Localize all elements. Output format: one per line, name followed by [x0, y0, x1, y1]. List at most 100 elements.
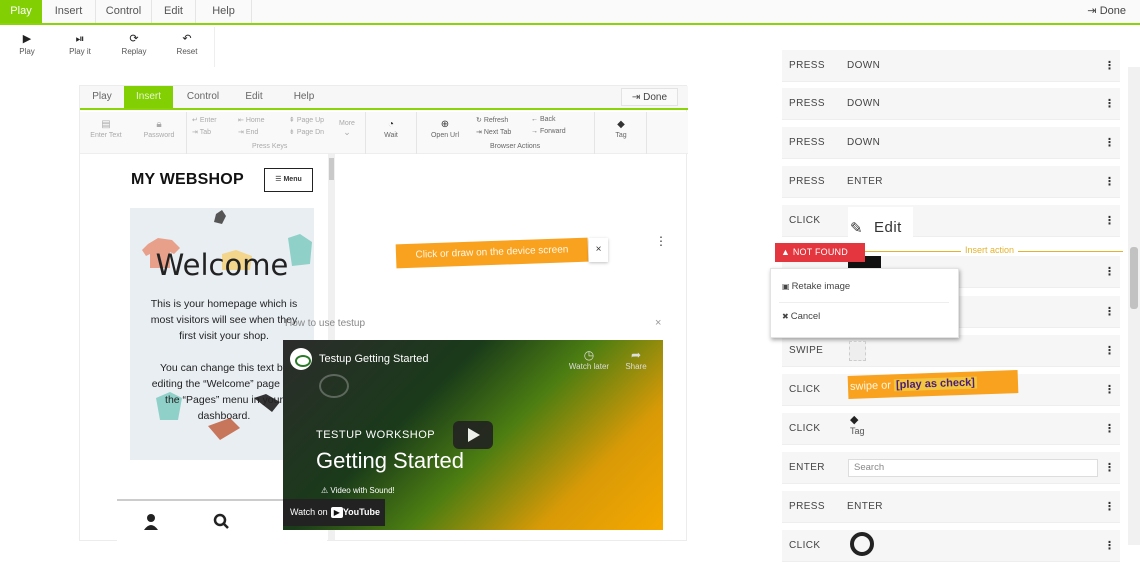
- tab-help[interactable]: Help: [196, 0, 252, 23]
- step-row[interactable]: PRESS DOWN ⋮: [782, 88, 1120, 120]
- forward-tool[interactable]: → Forward: [531, 128, 566, 135]
- step-row[interactable]: CLICK ⋮: [782, 530, 1120, 562]
- step-row[interactable]: PRESS DOWN ⋮: [782, 127, 1120, 159]
- video-close-button[interactable]: ×: [655, 317, 661, 329]
- key-end[interactable]: ⇥ End: [238, 128, 258, 136]
- insert-action-line[interactable]: Insert action: [865, 245, 1123, 257]
- channel-logo-icon[interactable]: [290, 348, 312, 370]
- kebab-menu-icon[interactable]: ⋮: [1104, 413, 1115, 445]
- video-title[interactable]: Testup Getting Started: [319, 353, 428, 365]
- enter-text-tool[interactable]: ▤ Enter Text: [83, 118, 129, 139]
- user-icon[interactable]: [143, 513, 159, 530]
- search-icon[interactable]: [850, 532, 874, 556]
- key-enter[interactable]: ↵ Enter: [192, 116, 217, 124]
- inner-done-button[interactable]: ⇥ Done: [620, 88, 678, 106]
- kebab-menu-icon[interactable]: ⋮: [1104, 127, 1115, 159]
- step-row[interactable]: PRESS DOWN ⋮: [782, 50, 1120, 82]
- clock-icon: ◷: [583, 348, 595, 362]
- refresh-tool[interactable]: ↻ Refresh: [476, 116, 508, 124]
- step-row[interactable]: CLICK ⋮: [782, 205, 1120, 237]
- tab-control[interactable]: Control: [96, 0, 152, 23]
- wait-tool[interactable]: ◔ Wait: [371, 118, 411, 139]
- tag-snapshot[interactable]: ◆ Tag: [850, 414, 880, 436]
- edit-image-snapshot[interactable]: ✎ Edit: [848, 207, 913, 241]
- done-button[interactable]: ⇥ Done: [1087, 0, 1126, 23]
- share-icon: ➦: [630, 348, 642, 362]
- divider: [186, 112, 187, 154]
- enter-text-label: Enter Text: [90, 132, 122, 139]
- key-home[interactable]: ⇤ Home: [238, 116, 265, 124]
- step-row[interactable]: PRESS ENTER ⋮: [782, 491, 1120, 523]
- back-tool[interactable]: ← Back: [531, 116, 556, 123]
- share-button[interactable]: ➦ Share: [621, 348, 651, 371]
- inner-tab-edit[interactable]: Edit: [233, 86, 275, 108]
- inner-tab-insert[interactable]: Insert: [124, 86, 173, 108]
- divider: [646, 112, 647, 154]
- shop-menu-button[interactable]: ☰ Menu: [264, 168, 313, 192]
- warning-icon: ▲: [781, 247, 793, 257]
- inner-tab-help[interactable]: Help: [275, 86, 333, 108]
- search-icon[interactable]: [213, 513, 229, 530]
- kebab-menu-icon[interactable]: ⋮: [1104, 50, 1115, 82]
- kebab-menu-icon[interactable]: ⋮: [1104, 452, 1115, 484]
- play-it-button[interactable]: ⏯ Play it: [53, 31, 107, 65]
- not-found-label: NOT FOUND: [792, 247, 848, 257]
- open-url-tool[interactable]: ⊕ Open Url: [422, 118, 468, 139]
- kebab-menu-icon[interactable]: ⋮: [1104, 166, 1115, 198]
- step-action: CLICK: [789, 540, 821, 551]
- globe-icon: ⊕: [440, 119, 450, 130]
- image-icon: ▣: [782, 282, 790, 291]
- reset-button[interactable]: ↶ Reset: [160, 31, 214, 65]
- kebab-menu-icon[interactable]: ⋮: [1104, 296, 1115, 328]
- tab-play[interactable]: Play: [0, 0, 42, 23]
- search-field-snapshot[interactable]: Search: [848, 459, 1098, 477]
- kebab-menu-icon[interactable]: ⋮: [1104, 205, 1115, 237]
- more-label: More: [339, 120, 355, 127]
- steps-scrollbar[interactable]: [1128, 67, 1140, 545]
- not-found-badge[interactable]: ▲ NOT FOUND: [775, 243, 865, 262]
- kebab-menu-icon[interactable]: ⋮: [655, 234, 667, 248]
- watch-on-youtube-button[interactable]: Watch on ▶ YouTube: [283, 499, 385, 526]
- tab-insert[interactable]: Insert: [42, 0, 96, 23]
- kebab-menu-icon[interactable]: ⋮: [1104, 88, 1115, 120]
- wait-label: Wait: [384, 132, 398, 139]
- password-tool[interactable]: 🔒︎ Password: [136, 118, 182, 139]
- more-keys[interactable]: More ⌄: [339, 120, 355, 138]
- refresh-label: Refresh: [483, 117, 509, 124]
- key-page-down[interactable]: ⇟ Page Dn: [289, 128, 324, 136]
- video-play-button[interactable]: [453, 421, 493, 449]
- keyboard-icon: ▤: [101, 119, 111, 130]
- replay-button[interactable]: ⟳ Replay: [107, 31, 161, 65]
- step-row[interactable]: CLICK ⋮: [782, 413, 1120, 445]
- inner-tab-control[interactable]: Control: [173, 86, 233, 108]
- inner-menu-bar: Play Insert Control Edit Help ⇥ Done: [80, 86, 688, 110]
- step-action: SWIPE: [789, 345, 824, 356]
- kebab-menu-icon[interactable]: ⋮: [1104, 491, 1115, 523]
- device-scrollbar-thumb[interactable]: [329, 158, 334, 180]
- swipe-snapshot[interactable]: [849, 341, 866, 361]
- key-page-up-label: Page Up: [296, 117, 325, 124]
- next-tab-tool[interactable]: ⇥ Next Tab: [476, 128, 511, 136]
- key-tab[interactable]: ⇥ Tab: [192, 128, 211, 136]
- step-row[interactable]: PRESS ENTER ⋮: [782, 166, 1120, 198]
- kebab-menu-icon[interactable]: ⋮: [1104, 256, 1115, 288]
- tab-edit[interactable]: Edit: [152, 0, 196, 23]
- step-row[interactable]: SWIPE ⋮: [782, 335, 1120, 367]
- tag-label: Tag: [615, 132, 627, 139]
- tag-snapshot-label: Tag: [850, 426, 865, 436]
- play-button[interactable]: ▶ Play: [0, 31, 54, 65]
- tag-tool[interactable]: ◆ Tag: [601, 118, 641, 139]
- retake-image-option[interactable]: ▣ Retake image: [782, 281, 850, 292]
- kebab-menu-icon[interactable]: ⋮: [1104, 335, 1115, 367]
- step-action: CLICK: [789, 215, 821, 226]
- key-page-up[interactable]: ⇞ Page Up: [289, 116, 324, 124]
- hint-close-button[interactable]: ×: [589, 238, 608, 262]
- youtube-video-player[interactable]: Testup Getting Started ◷ Watch later ➦ Sha…: [283, 340, 663, 530]
- steps-scrollbar-thumb[interactable]: [1130, 247, 1138, 309]
- kebab-menu-icon[interactable]: ⋮: [1104, 374, 1115, 406]
- top-menu-bar: Play Insert Control Edit Help ⇥ Done: [0, 0, 1140, 25]
- inner-tab-play[interactable]: Play: [80, 86, 124, 108]
- cancel-option[interactable]: ✖ Cancel: [782, 311, 820, 322]
- watch-later-button[interactable]: ◷ Watch later: [568, 348, 610, 371]
- kebab-menu-icon[interactable]: ⋮: [1104, 530, 1115, 562]
